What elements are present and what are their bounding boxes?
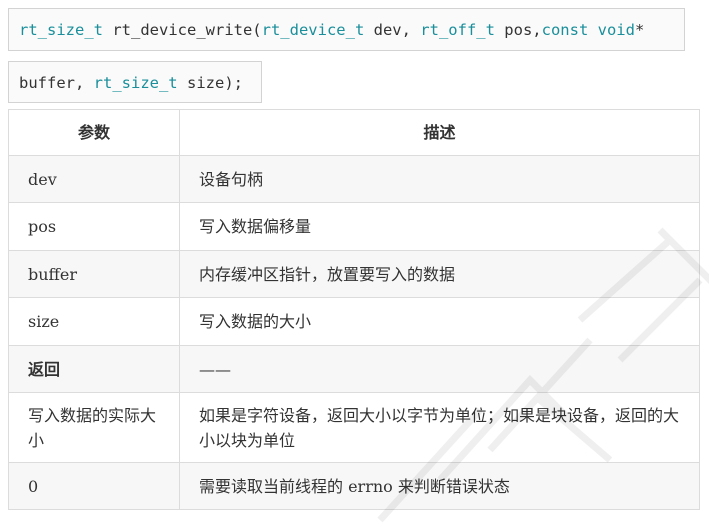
param-cell: size bbox=[8, 297, 180, 346]
return-type: rt_size_t bbox=[19, 21, 103, 39]
desc-cell: 如果是字符设备，返回大小以字节为单位；如果是块设备，返回的大小以块为单位 bbox=[179, 392, 700, 463]
param-type-pos: rt_off_t bbox=[420, 21, 495, 39]
param-type-buffer: const void bbox=[541, 21, 635, 39]
table-row: dev 设备句柄 bbox=[8, 155, 700, 203]
pointer-star: * bbox=[634, 21, 645, 39]
desc-cell: 写入数据的大小 bbox=[179, 297, 700, 346]
table-row: buffer 内存缓冲区指针，放置要写入的数据 bbox=[8, 250, 700, 298]
param-name-size: size); bbox=[177, 74, 243, 92]
param-cell: pos bbox=[8, 202, 180, 251]
function-signature-line-2: buffer, rt_size_t size); bbox=[8, 61, 262, 103]
param-cell: 0 bbox=[8, 462, 180, 510]
table-row: 0 需要读取当前线程的 errno 来判断错误状态 bbox=[8, 462, 700, 510]
desc-cell: 设备句柄 bbox=[179, 155, 700, 203]
desc-cell: 需要读取当前线程的 errno 来判断错误状态 bbox=[179, 462, 700, 510]
header-param: 参数 bbox=[8, 109, 180, 156]
desc-cell: 内存缓冲区指针，放置要写入的数据 bbox=[179, 250, 700, 298]
table-header-row: 参数 描述 bbox=[8, 109, 700, 156]
function-name: rt_device_write( bbox=[103, 21, 262, 39]
table-row: 写入数据的实际大小 如果是字符设备，返回大小以字节为单位；如果是块设备，返回的大… bbox=[8, 392, 700, 463]
param-type-dev: rt_device_t bbox=[261, 21, 365, 39]
param-name-pos: pos, bbox=[494, 21, 542, 39]
param-cell: 写入数据的实际大小 bbox=[8, 392, 180, 463]
param-cell: dev bbox=[8, 155, 180, 203]
parameter-table: 参数 描述 dev 设备句柄 pos 写入数据偏移量 buffer 内存缓冲区指… bbox=[8, 109, 700, 510]
desc-cell: 写入数据偏移量 bbox=[179, 202, 700, 251]
param-name-dev: dev, bbox=[364, 21, 421, 39]
param-name-buffer: buffer, bbox=[19, 74, 94, 92]
header-description: 描述 bbox=[179, 109, 700, 156]
table-row: pos 写入数据偏移量 bbox=[8, 202, 700, 251]
param-cell: 返回 bbox=[8, 345, 180, 393]
param-cell: buffer bbox=[8, 250, 180, 298]
function-signature-line-1: rt_size_t rt_device_write(rt_device_t de… bbox=[8, 8, 685, 51]
table-row: size 写入数据的大小 bbox=[8, 297, 700, 346]
param-type-size: rt_size_t bbox=[93, 74, 178, 92]
table-row: 返回 —— bbox=[8, 345, 700, 393]
desc-cell: —— bbox=[179, 345, 700, 393]
